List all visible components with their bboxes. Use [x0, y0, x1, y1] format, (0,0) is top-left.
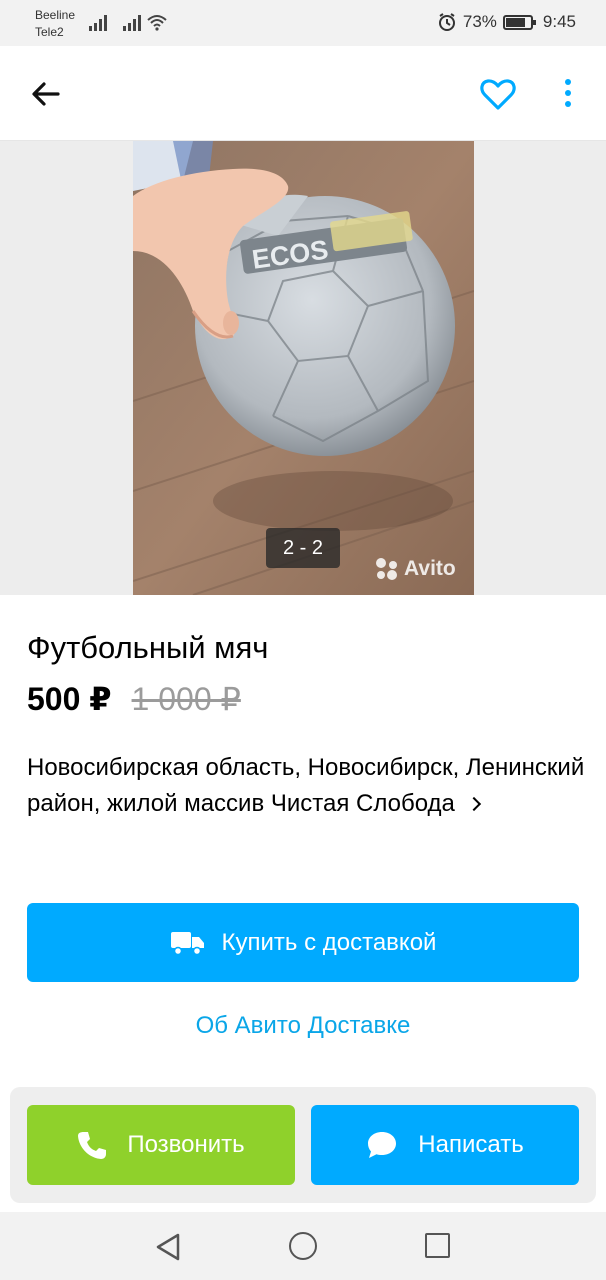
address-link[interactable]: Новосибирская область, Новосибирск, Лени… [27, 750, 587, 822]
battery-percent: 73% [462, 12, 497, 31]
current-price: 500 ₽ [27, 681, 112, 717]
avito-logo-icon [376, 558, 397, 580]
carrier-names: Beeline Tele2 [35, 7, 75, 41]
status-bar: Beeline Tele2 73% 9:45 [0, 0, 606, 46]
truck-icon [170, 931, 204, 955]
nav-back-icon[interactable] [154, 1232, 182, 1262]
phone-icon [78, 1132, 107, 1159]
wifi-icon [147, 15, 167, 31]
nav-home-icon[interactable] [289, 1232, 317, 1260]
signal-icon [89, 15, 107, 31]
write-label: Написать [418, 1131, 524, 1158]
status-right: 73% 9:45 [437, 12, 576, 32]
address-text: Новосибирская область, Новосибирск, Лени… [27, 754, 585, 817]
contact-action-bar: Позвонить Написать [10, 1087, 596, 1203]
battery-icon [502, 14, 536, 30]
back-arrow-icon[interactable] [28, 76, 64, 112]
alarm-icon [438, 13, 455, 31]
system-nav-bar [0, 1212, 606, 1280]
photo-gallery[interactable]: ECOS 2 - 2 Avito [0, 141, 606, 595]
heart-icon[interactable] [478, 74, 518, 114]
price-row: 500 ₽ 1 000 ₽ [27, 680, 241, 718]
signal-icon [123, 15, 141, 31]
carrier-beeline: Beeline [35, 8, 76, 22]
old-price: 1 000 ₽ [131, 681, 241, 717]
about-delivery-link[interactable]: Об Авито Доставке [0, 1012, 606, 1040]
avito-watermark: Avito [374, 557, 456, 581]
clock: 9:45 [542, 12, 576, 31]
top-app-bar [0, 46, 606, 141]
football-photo: ECOS [133, 141, 474, 595]
listing-photo[interactable]: ECOS [133, 141, 474, 595]
photo-counter: 2 - 2 [266, 528, 340, 568]
buy-label: Купить с доставкой [221, 928, 437, 956]
call-label: Позвонить [127, 1131, 245, 1158]
buy-with-delivery-button[interactable]: Купить с доставкой [27, 903, 579, 982]
watermark-text: Avito [404, 557, 456, 580]
listing-title: Футбольный мяч [27, 630, 269, 665]
chevron-right-icon [466, 796, 481, 812]
chat-icon [368, 1132, 397, 1158]
more-vertical-icon[interactable] [556, 76, 580, 112]
carrier-tele2: Tele2 [35, 25, 64, 39]
nav-recents-icon[interactable] [425, 1233, 450, 1258]
call-button[interactable]: Позвонить [27, 1105, 295, 1185]
write-message-button[interactable]: Написать [311, 1105, 579, 1185]
